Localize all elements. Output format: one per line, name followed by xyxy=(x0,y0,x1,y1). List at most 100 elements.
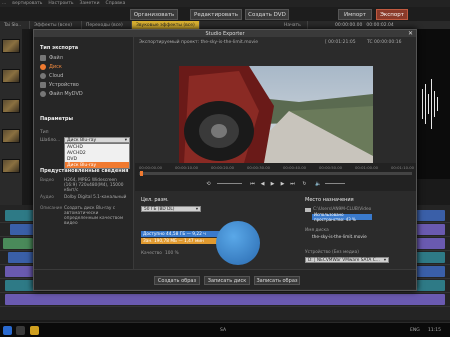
device-icon xyxy=(40,82,46,88)
library-thumbnail[interactable] xyxy=(2,159,20,173)
video-value: H264, MPEG Widescreen (16:9) 720x480(M4)… xyxy=(64,178,124,193)
disc-name-input[interactable]: the-sky-is-the-limit.movie xyxy=(312,235,367,240)
target-size-title: Цел. разм. xyxy=(141,197,169,203)
quality-label: Качество xyxy=(141,251,162,256)
play-icon[interactable]: ▶ xyxy=(269,180,276,187)
export-type-cloud[interactable]: Cloud xyxy=(40,73,63,79)
video-preview[interactable] xyxy=(179,66,373,163)
device-dropdown[interactable]: D: | NECVMWar VMware SATA C... ▾ xyxy=(305,257,389,263)
scrub-tick-label: 00:00:10.00 xyxy=(175,165,199,170)
mode-organize-button[interactable]: Организовать xyxy=(130,9,178,20)
project-size-bar: Зан. 190,78 МБ — 1,47 мин xyxy=(141,238,226,244)
app-menu-bar: ... вертировать Настроить Заметки Справк… xyxy=(0,0,450,7)
output-settings: Цел. разм. 50 ГБ (BD DL) ▾ Доступно 44,5… xyxy=(135,191,416,269)
timecode-value: 00:00:02.04 xyxy=(366,22,394,28)
disc-icon xyxy=(40,64,46,70)
available-bar: Доступно 44,58 ГБ — 9,22 ч xyxy=(141,231,226,237)
folder-icon xyxy=(305,207,311,212)
scrub-tick-label: 00:01:00.00 xyxy=(355,165,379,170)
tc-total: TC 00:00:00:16 xyxy=(367,40,402,45)
volume-icon[interactable]: 🔈 xyxy=(315,180,322,187)
step-forward-icon[interactable]: ⏭ xyxy=(289,180,296,187)
target-size-dropdown[interactable]: 50 ГБ (BD DL) ▾ xyxy=(141,206,201,212)
scrub-track[interactable] xyxy=(139,172,412,175)
export-type-title: Тип экспорта xyxy=(40,45,79,51)
playhead[interactable] xyxy=(140,171,143,176)
device-label: Устройство (Без медиа) xyxy=(305,250,359,255)
description-value: Создать диск Blu-ray с автоматически опр… xyxy=(64,206,124,226)
start-icon[interactable] xyxy=(3,326,12,335)
destination-title: Место назначения xyxy=(305,197,354,203)
tray-language[interactable]: ENG xyxy=(410,328,420,333)
next-frame-icon[interactable]: ▶ xyxy=(279,180,286,187)
scrub-tick-label: 00:00:00.00 xyxy=(139,165,163,170)
tab-start[interactable]: Начать xyxy=(280,21,308,29)
chevron-down-icon: ▾ xyxy=(195,206,198,212)
file-icon xyxy=(40,55,46,61)
menu-item[interactable]: Справка xyxy=(106,1,126,6)
export-type-device[interactable]: Устройство xyxy=(40,82,79,88)
volume-slider[interactable] xyxy=(325,183,345,184)
loop-icon[interactable]: ↻ xyxy=(301,180,308,187)
timecode-value: 00:00:00.00 xyxy=(335,22,363,28)
mode-import-button[interactable]: Импорт xyxy=(338,9,372,20)
rewind-icon[interactable]: ⟲ xyxy=(205,180,212,187)
mydvd-icon xyxy=(40,91,46,97)
menu-item[interactable]: Настроить xyxy=(48,1,73,6)
close-icon[interactable]: ✕ xyxy=(408,30,413,37)
template-label: Шабло... xyxy=(40,138,61,143)
tc-in: [ 00:01:21:05 xyxy=(325,40,356,45)
step-back-icon[interactable]: ⏮ xyxy=(249,180,256,187)
tab-effects[interactable]: Эффекты (всех) xyxy=(30,21,82,29)
taskbar-label: SA xyxy=(220,328,227,333)
dialog-titlebar: Studio Exporter ✕ xyxy=(34,30,416,37)
tab-transitions[interactable]: Переходы (все) xyxy=(82,21,132,29)
library-thumbnail[interactable] xyxy=(2,129,20,143)
video-label: Видео xyxy=(40,178,54,183)
chevron-down-icon: ▾ xyxy=(383,257,386,263)
shuttle-slider[interactable] xyxy=(217,183,242,184)
taskbar: SA ENG 11:15 xyxy=(0,322,450,337)
tab-sound-effects[interactable]: Звуковые эффекты (все) xyxy=(132,21,200,29)
scrubber-area: ⟲ ⏮ ◀ ▶ ▶ ⏭ ↻ 🔈 00:00:00.00 00:00:10.00 00… xyxy=(135,163,416,191)
scrub-tick-label: 00:00:40.00 xyxy=(283,165,307,170)
app-icon[interactable] xyxy=(30,326,39,335)
audio-label: Аудио xyxy=(40,195,54,200)
burn-disc-button[interactable]: Записать диск xyxy=(204,276,250,285)
prev-frame-icon[interactable]: ◀ xyxy=(259,180,266,187)
cloud-icon xyxy=(40,73,46,79)
quality-value: 100 % xyxy=(165,251,179,256)
type-option-selected[interactable]: Диск Blu-ray xyxy=(65,162,129,168)
search-icon[interactable] xyxy=(16,326,25,335)
menu-item[interactable]: ... xyxy=(2,1,6,6)
tray-clock: 11:15 xyxy=(428,328,441,333)
create-image-button[interactable]: Создать образ xyxy=(154,276,200,285)
menu-item[interactable]: Заметки xyxy=(79,1,99,6)
preview-header: Экспортируемый проект: the-sky-is-the-li… xyxy=(135,37,416,51)
mode-edit-button[interactable]: Редактировать xyxy=(190,9,242,20)
library-thumbnails xyxy=(0,29,22,229)
destination-usage-bar: Использовано пространство: 43 % xyxy=(312,212,372,222)
export-type-disc[interactable]: Диск xyxy=(40,64,62,70)
menu-item[interactable]: вертировать xyxy=(12,1,42,6)
disc-name-label: Имя диска xyxy=(305,228,329,233)
disc-usage-pie xyxy=(216,221,260,265)
audio-value: Dolby Digital 5.1-канальный xyxy=(64,195,127,200)
library-thumbnail[interactable] xyxy=(2,99,20,113)
mode-bar: Организовать Редактировать Создать DVD И… xyxy=(0,7,450,21)
scrub-tick-label: 00:00:20.00 xyxy=(211,165,235,170)
mode-export-button[interactable]: Экспорт xyxy=(376,9,408,20)
type-dropdown-list: AVCHD AVCHD2 DVD Диск Blu-ray xyxy=(64,143,130,169)
type-label: Тип xyxy=(40,130,49,135)
studio-exporter-dialog: Studio Exporter ✕ Тип экспорта Файл Диск… xyxy=(33,29,417,291)
export-type-file[interactable]: Файл xyxy=(40,55,63,61)
dialog-footer: Создать образ Записать диск Записать обр… xyxy=(34,269,416,289)
tab-library[interactable]: Tai Slo.. xyxy=(0,21,30,29)
library-thumbnail[interactable] xyxy=(2,39,20,53)
dialog-title: Studio Exporter xyxy=(205,30,245,37)
export-type-mydvd[interactable]: Файл MyDVD xyxy=(40,91,83,97)
params-title: Параметры xyxy=(40,116,73,122)
library-thumbnail[interactable] xyxy=(2,69,20,83)
mode-dvd-button[interactable]: Создать DVD xyxy=(245,9,289,20)
burn-image-button[interactable]: Записать образ xyxy=(254,276,300,285)
